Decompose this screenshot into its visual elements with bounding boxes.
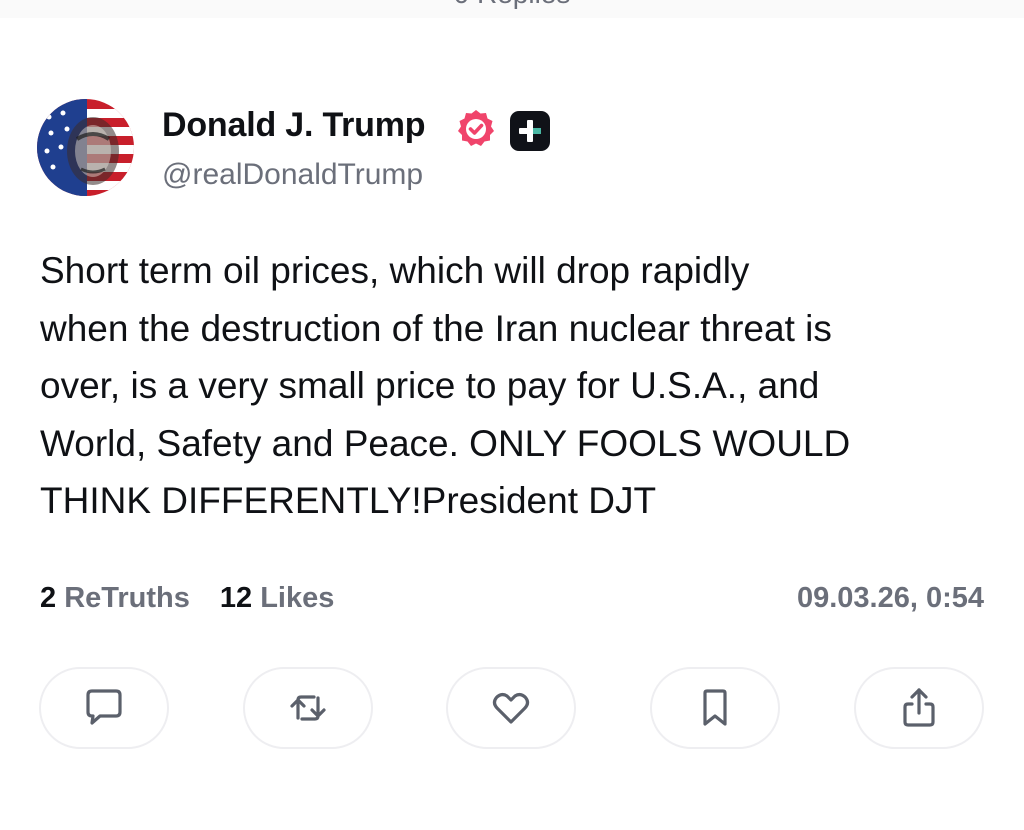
- heart-icon: [492, 692, 530, 724]
- verified-badge-icon: [455, 108, 497, 150]
- retruths-label: ReTruths: [64, 582, 190, 614]
- reply-button[interactable]: [39, 667, 169, 749]
- share-button[interactable]: [854, 667, 984, 749]
- post-stats: 2 ReTruths 12 Likes: [40, 582, 334, 615]
- bookmark-button[interactable]: [650, 667, 780, 749]
- author-handle[interactable]: @realDonaldTrump: [162, 158, 423, 192]
- retruths-count: 2: [40, 582, 57, 614]
- replies-header: 0 Replies: [0, 0, 1024, 18]
- repost-icon: [290, 695, 326, 721]
- post-timestamp: 09.03.26, 0:54: [796, 582, 984, 614]
- likes-stat[interactable]: 12 Likes: [220, 582, 335, 614]
- bookmark-icon: [703, 689, 727, 726]
- likes-label: Likes: [260, 582, 335, 614]
- like-button[interactable]: [446, 667, 576, 749]
- share-icon: [903, 688, 935, 727]
- post-text: Short term oil prices, which will drop r…: [40, 250, 851, 521]
- retruths-stat[interactable]: 2 ReTruths: [40, 582, 190, 614]
- avatar[interactable]: [37, 99, 134, 196]
- author-name[interactable]: Donald J. Trump: [162, 106, 426, 145]
- likes-count: 12: [219, 582, 253, 614]
- replies-count-label[interactable]: 0 Replies: [0, 0, 1024, 10]
- plus-badge-icon: [510, 111, 550, 151]
- retruth-button[interactable]: [243, 667, 373, 749]
- comment-icon: [86, 689, 122, 725]
